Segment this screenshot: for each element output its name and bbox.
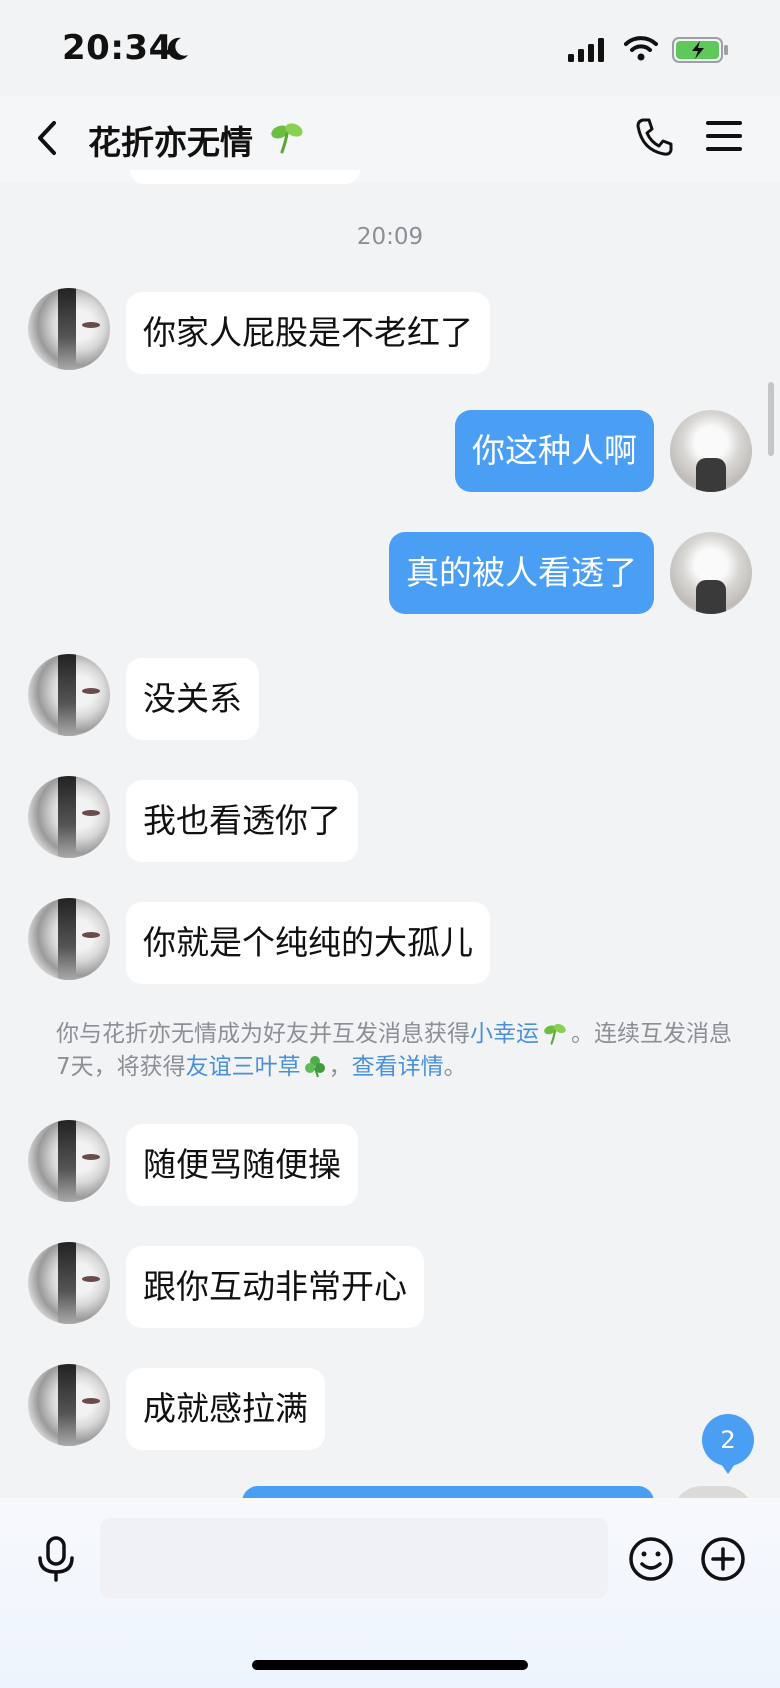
message-bubble[interactable]: 你家人屁股是不老红了 [126, 292, 490, 374]
mic-icon[interactable] [36, 1536, 76, 1582]
status-time: 20:34 [62, 28, 173, 68]
home-indicator[interactable] [252, 1660, 528, 1670]
message-bubble[interactable]: 你就是个纯纯的大孤儿 [126, 902, 490, 984]
message-input[interactable] [100, 1518, 608, 1598]
message-bubble[interactable]: 随便骂随便操 [126, 1124, 358, 1206]
notice-text: 你与花折亦无情成为好友并互发消息获得 [56, 1021, 470, 1047]
avatar[interactable] [28, 654, 110, 736]
unread-badge[interactable]: 2 [702, 1414, 754, 1474]
notice-text: 。 [443, 1054, 467, 1080]
avatar[interactable] [28, 1242, 110, 1324]
menu-icon[interactable] [704, 118, 744, 154]
avatar[interactable] [28, 776, 110, 858]
chat-title[interactable]: 花折亦无情 [88, 116, 253, 164]
status-bar: 20:34 [0, 0, 780, 100]
chat-timestamp: 20:09 [356, 224, 424, 250]
previous-message-peek [130, 170, 360, 184]
avatar[interactable] [28, 1120, 110, 1202]
friendship-notice: 你与花折亦无情成为好友并互发消息获得小幸运 。连续互发消息7天，将获得友谊三叶草，… [56, 1018, 736, 1084]
avatar[interactable] [670, 532, 752, 614]
message-bubble[interactable]: 跟你互动非常开心 [126, 1246, 424, 1328]
sprout-icon [544, 1023, 566, 1045]
input-bar [0, 1498, 780, 1688]
wifi-icon [624, 36, 658, 61]
clover-link[interactable]: 友谊三叶草 [186, 1054, 301, 1080]
avatar[interactable] [28, 1364, 110, 1446]
message-bubble[interactable]: 我也看透你了 [126, 780, 358, 862]
message-bubble[interactable]: 真的被人看透了 [389, 532, 654, 614]
sprout-icon[interactable] [270, 122, 304, 154]
lucky-link[interactable]: 小幸运 [470, 1021, 539, 1047]
scrollbar[interactable] [768, 382, 774, 456]
emoji-icon[interactable] [628, 1536, 674, 1582]
avatar[interactable] [28, 288, 110, 370]
moon-icon [167, 37, 188, 60]
back-icon[interactable] [32, 118, 62, 158]
message-bubble[interactable]: 你这种人啊 [455, 410, 654, 492]
avatar[interactable] [670, 410, 752, 492]
chat-header: 花折亦无情 [0, 96, 780, 182]
message-bubble[interactable]: 成就感拉满 [126, 1368, 325, 1450]
details-link[interactable]: 查看详情 [352, 1054, 444, 1080]
battery-charging-icon [672, 37, 728, 63]
signal-icon [568, 38, 604, 62]
avatar[interactable] [28, 898, 110, 980]
message-bubble[interactable]: 没关系 [126, 658, 259, 740]
notice-text: ， [328, 1054, 352, 1080]
clover-icon [304, 1056, 325, 1078]
plus-icon[interactable] [700, 1536, 746, 1582]
phone-icon[interactable] [634, 116, 674, 158]
